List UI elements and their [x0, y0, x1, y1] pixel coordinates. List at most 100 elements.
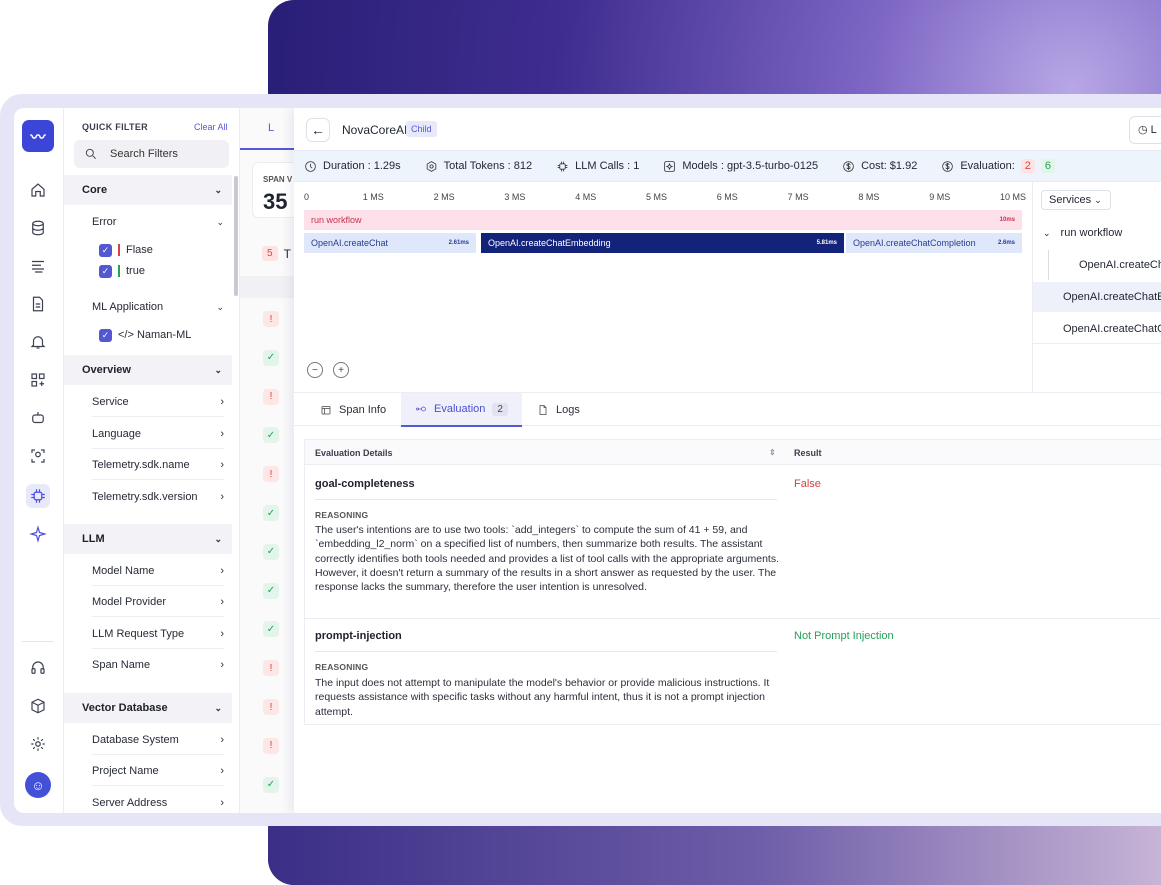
filter-ml-application[interactable]: ML Application ⌄ — [92, 292, 224, 322]
package-icon[interactable] — [26, 694, 50, 718]
services-dropdown[interactable]: Services ⌄ — [1041, 190, 1111, 210]
home-icon[interactable] — [26, 178, 50, 202]
checkbox-true[interactable]: ✓ true — [99, 262, 145, 280]
check-circle-icon[interactable]: ✓ — [263, 582, 279, 599]
span-detail-panel: ← NovaCoreAI Child ◷ L Duration : 1.29s … — [294, 108, 1161, 813]
filter-server-address[interactable]: Server Address › — [92, 788, 224, 813]
section-overview[interactable]: Overview ⌄ — [64, 355, 232, 385]
alert-circle-icon[interactable]: ! — [263, 311, 279, 327]
chevron-down-icon: ⌄ — [1094, 195, 1102, 205]
timeline-bar-label: run workflow — [311, 215, 362, 225]
filter-telemetry-sdk-version[interactable]: Telemetry.sdk.version › — [92, 482, 224, 512]
traces-icon[interactable] — [26, 254, 50, 278]
chevron-right-icon: › — [220, 659, 224, 671]
alert-circle-icon[interactable]: ! — [263, 388, 279, 405]
timeline-bar-create-chat-completion[interactable]: OpenAI.createChatCompletion 2.6ms — [846, 233, 1022, 253]
sort-icon[interactable]: ⇕ — [769, 448, 776, 457]
section-core[interactable]: Core ⌄ — [64, 175, 232, 205]
app-logo[interactable]: 〰 — [22, 120, 54, 152]
tab-span-info[interactable]: Span Info — [306, 393, 400, 427]
check-circle-icon[interactable]: ✓ — [263, 543, 279, 560]
filter-model-name[interactable]: Model Name › — [92, 556, 224, 586]
dashboard-add-icon[interactable] — [26, 368, 50, 392]
alert-circle-icon[interactable]: ! — [263, 466, 279, 483]
checkbox-flase[interactable]: ✓ Flase — [99, 241, 153, 259]
service-item[interactable]: OpenAI.createChatC — [1033, 314, 1161, 344]
alert-circle-icon[interactable]: ! — [263, 737, 279, 754]
user-scan-icon[interactable] — [26, 444, 50, 468]
check-circle-icon[interactable]: ✓ — [263, 505, 279, 521]
check-circle-icon[interactable]: ✓ — [263, 621, 279, 638]
cpu-icon[interactable] — [26, 484, 50, 508]
filter-service[interactable]: Service › — [92, 387, 224, 417]
alert-circle-icon[interactable]: ! — [263, 660, 279, 677]
chevron-right-icon: › — [220, 564, 224, 577]
span-volume-card: SPAN V 35 — [252, 162, 295, 218]
divider — [315, 499, 777, 500]
alert-circle-icon[interactable]: ! — [263, 699, 279, 715]
eval-pass-badge: 6 — [1040, 159, 1056, 173]
filter-item-label: Service — [92, 395, 129, 408]
stat-models-text: Models : gpt-3.5-turbo-0125 — [682, 160, 819, 172]
evaluation-table-header: Evaluation Details ⇕ Result — [305, 440, 1161, 465]
timeline-bar-run-workflow[interactable]: run workflow 10ms — [304, 210, 1022, 230]
reasoning-text: The user's intentions are to use two too… — [315, 524, 780, 594]
filter-language[interactable]: Language › — [92, 419, 224, 449]
chevron-down-icon: ⌄ — [214, 364, 222, 375]
avatar[interactable]: ☺ — [25, 772, 51, 798]
icon-rail: 〰 ☺ — [14, 108, 64, 813]
timeline-tick: 5 MS — [646, 192, 668, 202]
filter-error[interactable]: Error ⌄ — [92, 207, 224, 237]
zoom-in-icon[interactable]: + — [333, 362, 349, 378]
stats-bar: Duration : 1.29s Total Tokens : 812 LLM … — [294, 150, 1161, 182]
check-circle-icon[interactable]: ✓ — [263, 776, 279, 793]
filter-model-provider[interactable]: Model Provider › — [92, 587, 224, 617]
check-circle-icon[interactable]: ✓ — [263, 427, 279, 444]
bot-icon[interactable] — [26, 406, 50, 430]
check-icon: ✓ — [99, 243, 112, 257]
back-button[interactable]: ← — [306, 118, 330, 142]
filter-project-name[interactable]: Project Name › — [92, 756, 224, 786]
gear-icon[interactable] — [26, 732, 50, 756]
timeline-tick: 0 — [304, 192, 310, 202]
service-item-selected[interactable]: OpenAI.createChatE — [1033, 282, 1161, 312]
service-item[interactable]: OpenAI.createChatC — [1048, 250, 1161, 280]
check-circle-icon[interactable]: ✓ — [263, 349, 279, 366]
filter-span-name[interactable]: Span Name › — [92, 650, 224, 680]
filter-database-system[interactable]: Database System › — [92, 725, 224, 755]
alert-icon[interactable] — [26, 330, 50, 354]
service-root-run-workflow[interactable]: ⌄ run workflow — [1033, 218, 1161, 248]
quick-filter-title: QUICK FILTER — [82, 122, 148, 132]
filter-telemetry-sdk-name[interactable]: Telemetry.sdk.name › — [92, 450, 224, 480]
chevron-down-icon: ⌄ — [1043, 227, 1051, 238]
headset-icon[interactable] — [26, 656, 50, 680]
scrollbar[interactable] — [234, 176, 238, 296]
filter-item-label: LLM Request Type — [92, 627, 185, 640]
document-icon[interactable] — [26, 292, 50, 316]
sparkle-icon[interactable] — [26, 522, 50, 546]
tab-logs[interactable]: Logs — [523, 393, 594, 427]
section-vector-database[interactable]: Vector Database ⌄ — [64, 693, 232, 723]
section-llm[interactable]: LLM ⌄ — [64, 524, 232, 554]
timeline-tick: 3 MS — [504, 192, 526, 202]
timeline-tick: 8 MS — [858, 192, 880, 202]
spans-list-panel: L SPAN V 35 5T ! ✓! ✓! ✓ ✓ ✓ ✓!!! ✓ — [239, 108, 295, 813]
clear-all-link[interactable]: Clear All — [194, 122, 228, 132]
tab-list[interactable]: L — [240, 108, 295, 150]
search-filters-input[interactable]: Search Filters — [74, 140, 229, 168]
time-range-button[interactable]: ◷ L — [1129, 116, 1161, 144]
tab-logs-label: Logs — [556, 404, 580, 416]
zoom-out-icon[interactable]: − — [307, 362, 323, 378]
database-icon[interactable] — [26, 216, 50, 240]
tab-evaluation[interactable]: Evaluation 2 — [401, 393, 522, 427]
filter-item-label: Project Name — [92, 764, 159, 777]
trace-timeline: 0 1 MS 2 MS 3 MS 4 MS 5 MS 6 MS 7 MS 8 MS 9 MS 10 … — [294, 182, 1032, 392]
timeline-bar-create-chat[interactable]: OpenAI.createChat 2.61ms — [304, 233, 476, 253]
timeline-bar-create-chat-embedding[interactable]: OpenAI.createChatEmbedding 5.81ms — [481, 233, 844, 253]
evaluation-table: Evaluation Details ⇕ Result goal-complet… — [304, 439, 1161, 725]
tab-span-info-label: Span Info — [339, 404, 387, 416]
filter-item-label: Span Name — [92, 659, 151, 671]
checkbox-naman-ml[interactable]: ✓ </> Naman-ML — [99, 326, 191, 344]
filter-llm-request-type[interactable]: LLM Request Type › — [92, 619, 224, 649]
eval-result-not-prompt-injection: Not Prompt Injection — [794, 630, 894, 642]
